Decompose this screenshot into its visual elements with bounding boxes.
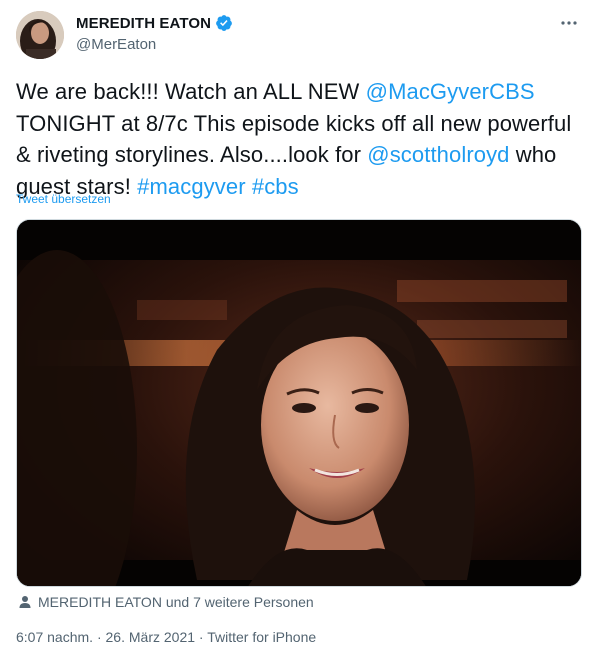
mention-scottholroyd-link[interactable]: @scottholroyd	[367, 142, 509, 167]
verified-badge-icon	[215, 14, 233, 32]
meta-separator: ·	[195, 629, 208, 645]
tweet-text: We are back!!! Watch an ALL NEW @MacGyve…	[16, 76, 576, 202]
more-dots-icon	[561, 21, 577, 25]
tweet-card: MEREDITH EATON @MerEaton We are back!!! …	[0, 0, 596, 662]
tagged-people-row[interactable]: MEREDITH EATON und 7 weitere Personen	[18, 594, 314, 610]
author-handle[interactable]: @MerEaton	[76, 36, 156, 53]
hashtag-macgyver-link[interactable]: #macgyver	[137, 174, 246, 199]
hashtag-cbs-link[interactable]: #cbs	[252, 174, 299, 199]
tweet-media[interactable]	[16, 219, 582, 587]
tweet-source: Twitter for iPhone	[207, 629, 317, 645]
meta-separator: ·	[93, 629, 106, 645]
tweet-time[interactable]: 6:07 nachm.	[16, 629, 93, 645]
avatar-photo	[16, 11, 64, 59]
mention-macgyvercbs-link[interactable]: @MacGyverCBS	[366, 79, 535, 104]
author-display-name[interactable]: MEREDITH EATON	[76, 15, 211, 32]
translate-tweet-link[interactable]: Tweet übersetzen	[16, 192, 111, 206]
tweet-date[interactable]: 26. März 2021	[106, 629, 196, 645]
tagged-people-label[interactable]: MEREDITH EATON und 7 weitere Personen	[38, 594, 314, 610]
tweet-text-segment: We are back!!! Watch an ALL NEW	[16, 79, 366, 104]
person-icon	[18, 595, 32, 609]
author-name-row[interactable]: MEREDITH EATON	[76, 14, 233, 32]
avatar[interactable]	[16, 11, 64, 59]
more-options-button[interactable]	[558, 12, 580, 34]
video-still-image	[17, 220, 581, 586]
tweet-meta: 6:07 nachm. · 26. März 2021 · Twitter fo…	[16, 629, 316, 645]
